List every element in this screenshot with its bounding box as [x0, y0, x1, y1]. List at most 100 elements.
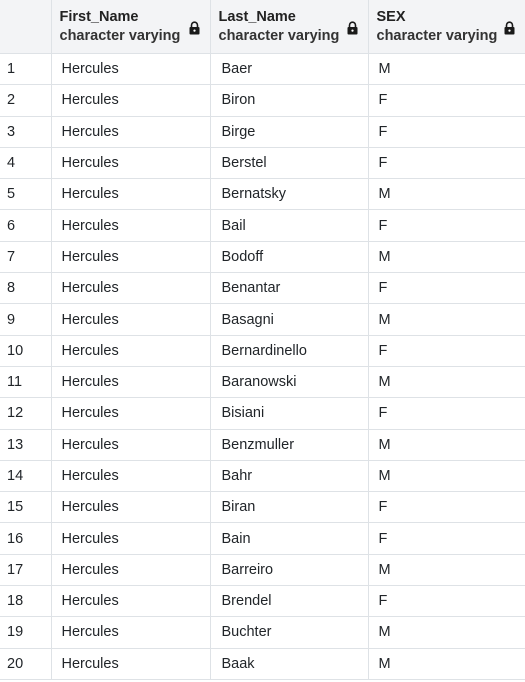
last-name-cell[interactable]: Berstel	[210, 147, 369, 180]
last-name-cell[interactable]: Bahr	[210, 460, 369, 493]
sex-cell[interactable]: F	[368, 522, 525, 555]
table-row[interactable]: 10 Hercules Bernardinello F	[0, 335, 525, 367]
sex-cell[interactable]: M	[368, 303, 525, 336]
sex-cell[interactable]: M	[368, 53, 525, 86]
last-name-cell[interactable]: Baranowski	[210, 366, 369, 399]
column-header-first-name[interactable]: First_Name character varying	[51, 0, 211, 54]
row-number-cell[interactable]: 12	[0, 397, 52, 430]
table-row[interactable]: 14 Hercules Bahr M	[0, 460, 525, 493]
row-number-cell[interactable]: 13	[0, 429, 52, 461]
sex-cell[interactable]: F	[368, 272, 525, 305]
last-name-cell[interactable]: Benzmuller	[210, 429, 369, 461]
row-number-cell[interactable]: 15	[0, 491, 52, 524]
table-row[interactable]: 13 Hercules Benzmuller M	[0, 429, 525, 461]
last-name-cell[interactable]: Baer	[210, 53, 369, 86]
row-number-cell[interactable]: 17	[0, 554, 52, 587]
row-number-cell[interactable]: 1	[0, 53, 52, 86]
table-row[interactable]: 5 Hercules Bernatsky M	[0, 178, 525, 211]
row-number-header[interactable]	[0, 0, 52, 54]
table-row[interactable]: 3 Hercules Birge F	[0, 116, 525, 148]
last-name-cell[interactable]: Bernatsky	[210, 178, 369, 211]
first-name-cell[interactable]: Hercules	[51, 397, 211, 430]
last-name-cell[interactable]: Baak	[210, 648, 369, 680]
row-number-cell[interactable]: 14	[0, 460, 52, 493]
first-name-cell[interactable]: Hercules	[51, 335, 211, 367]
row-number-cell[interactable]: 5	[0, 178, 52, 211]
sex-cell[interactable]: F	[368, 116, 525, 148]
first-name-cell[interactable]: Hercules	[51, 491, 211, 524]
last-name-cell[interactable]: Bernardinello	[210, 335, 369, 367]
first-name-cell[interactable]: Hercules	[51, 53, 211, 86]
table-row[interactable]: 11 Hercules Baranowski M	[0, 366, 525, 399]
table-row[interactable]: 12 Hercules Bisiani F	[0, 397, 525, 430]
table-row[interactable]: 17 Hercules Barreiro M	[0, 554, 525, 587]
first-name-cell[interactable]: Hercules	[51, 429, 211, 461]
row-number-cell[interactable]: 10	[0, 335, 52, 367]
last-name-cell[interactable]: Barreiro	[210, 554, 369, 587]
last-name-cell[interactable]: Bisiani	[210, 397, 369, 430]
last-name-cell[interactable]: Biron	[210, 84, 369, 117]
sex-cell[interactable]: F	[368, 585, 525, 618]
sex-cell[interactable]: F	[368, 335, 525, 367]
first-name-cell[interactable]: Hercules	[51, 272, 211, 305]
sex-cell[interactable]: M	[368, 178, 525, 211]
first-name-cell[interactable]: Hercules	[51, 648, 211, 680]
sex-cell[interactable]: F	[368, 84, 525, 117]
first-name-cell[interactable]: Hercules	[51, 241, 211, 274]
row-number-cell[interactable]: 2	[0, 84, 52, 117]
sex-cell[interactable]: F	[368, 147, 525, 180]
first-name-cell[interactable]: Hercules	[51, 460, 211, 493]
sex-cell[interactable]: M	[368, 429, 525, 461]
sex-cell[interactable]: M	[368, 460, 525, 493]
row-number-cell[interactable]: 8	[0, 272, 52, 305]
first-name-cell[interactable]: Hercules	[51, 522, 211, 555]
last-name-cell[interactable]: Birge	[210, 116, 369, 148]
first-name-cell[interactable]: Hercules	[51, 178, 211, 211]
row-number-cell[interactable]: 11	[0, 366, 52, 399]
first-name-cell[interactable]: Hercules	[51, 585, 211, 618]
first-name-cell[interactable]: Hercules	[51, 366, 211, 399]
column-header-sex[interactable]: SEX character varying	[368, 0, 525, 54]
table-row[interactable]: 15 Hercules Biran F	[0, 491, 525, 524]
last-name-cell[interactable]: Buchter	[210, 616, 369, 649]
sex-cell[interactable]: F	[368, 491, 525, 524]
last-name-cell[interactable]: Biran	[210, 491, 369, 524]
first-name-cell[interactable]: Hercules	[51, 147, 211, 180]
table-row[interactable]: 6 Hercules Bail F	[0, 209, 525, 242]
last-name-cell[interactable]: Bail	[210, 209, 369, 242]
table-row[interactable]: 1 Hercules Baer M	[0, 53, 525, 86]
sex-cell[interactable]: M	[368, 366, 525, 399]
first-name-cell[interactable]: Hercules	[51, 116, 211, 148]
first-name-cell[interactable]: Hercules	[51, 303, 211, 336]
sex-cell[interactable]: M	[368, 554, 525, 587]
last-name-cell[interactable]: Bodoff	[210, 241, 369, 274]
table-row[interactable]: 18 Hercules Brendel F	[0, 585, 525, 618]
row-number-cell[interactable]: 20	[0, 648, 52, 680]
first-name-cell[interactable]: Hercules	[51, 616, 211, 649]
row-number-cell[interactable]: 16	[0, 522, 52, 555]
row-number-cell[interactable]: 3	[0, 116, 52, 148]
table-row[interactable]: 9 Hercules Basagni M	[0, 303, 525, 336]
last-name-cell[interactable]: Basagni	[210, 303, 369, 336]
table-row[interactable]: 19 Hercules Buchter M	[0, 616, 525, 649]
first-name-cell[interactable]: Hercules	[51, 209, 211, 242]
row-number-cell[interactable]: 18	[0, 585, 52, 618]
table-row[interactable]: 20 Hercules Baak M	[0, 648, 525, 680]
table-row[interactable]: 8 Hercules Benantar F	[0, 272, 525, 305]
row-number-cell[interactable]: 4	[0, 147, 52, 180]
last-name-cell[interactable]: Brendel	[210, 585, 369, 618]
column-header-last-name[interactable]: Last_Name character varying	[210, 0, 369, 54]
table-row[interactable]: 7 Hercules Bodoff M	[0, 241, 525, 274]
first-name-cell[interactable]: Hercules	[51, 554, 211, 587]
sex-cell[interactable]: M	[368, 616, 525, 649]
sex-cell[interactable]: M	[368, 241, 525, 274]
table-row[interactable]: 4 Hercules Berstel F	[0, 147, 525, 180]
row-number-cell[interactable]: 9	[0, 303, 52, 336]
row-number-cell[interactable]: 6	[0, 209, 52, 242]
sex-cell[interactable]: F	[368, 209, 525, 242]
table-row[interactable]: 16 Hercules Bain F	[0, 522, 525, 555]
sex-cell[interactable]: M	[368, 648, 525, 680]
last-name-cell[interactable]: Bain	[210, 522, 369, 555]
row-number-cell[interactable]: 7	[0, 241, 52, 274]
row-number-cell[interactable]: 19	[0, 616, 52, 649]
